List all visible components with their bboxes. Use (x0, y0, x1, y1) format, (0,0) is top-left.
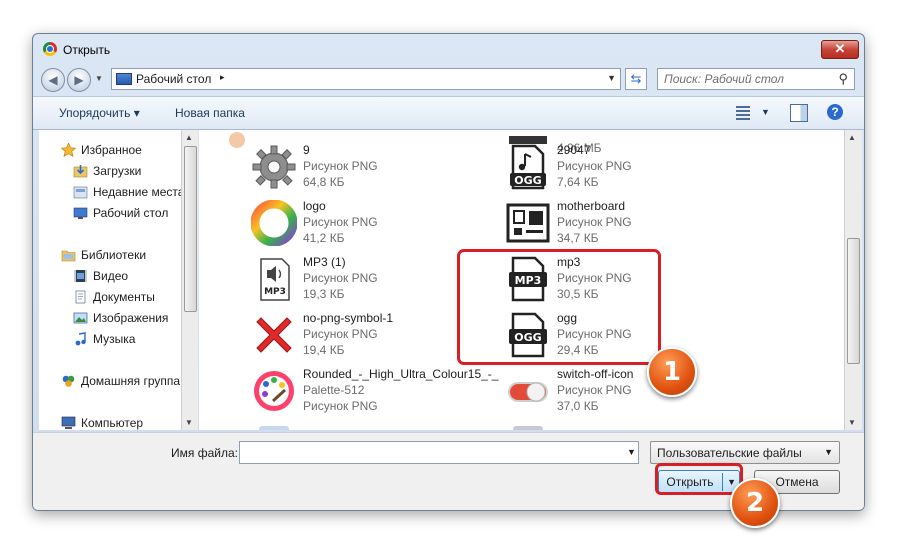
navigation-bar: ◀ ▶ ▼ Рабочий стол ▸ ▼ ⇆ Поиск: Рабочий … (33, 64, 864, 94)
scrollbar-thumb[interactable] (184, 146, 197, 312)
step-badge-2: 2 (730, 478, 780, 528)
list-item[interactable]: MP3 MP3 (1) Рисунок PNG 19,3 КБ (251, 252, 491, 308)
breadcrumb-arrow-icon[interactable]: ▸ (220, 72, 225, 83)
view-dropdown-icon[interactable]: ▼ (761, 107, 770, 117)
new-folder-button[interactable]: Новая папка (175, 106, 245, 120)
search-icon[interactable]: ⚲ (838, 71, 848, 87)
desktop-icon (73, 206, 88, 220)
homegroup-icon (61, 374, 76, 388)
gear-icon (251, 144, 297, 190)
downloads-icon (73, 164, 88, 178)
preview-pane-icon[interactable] (790, 104, 808, 122)
help-icon[interactable]: ? (827, 104, 843, 120)
desktop-icon (116, 73, 132, 85)
recent-pages-dropdown-icon[interactable]: ▼ (95, 74, 103, 83)
search-box[interactable]: Поиск: Рабочий стол ⚲ (657, 68, 855, 90)
computer-icon (61, 416, 76, 430)
list-item-partial[interactable] (251, 422, 491, 430)
filename-input[interactable] (239, 441, 639, 464)
svg-text:MP3: MP3 (264, 287, 286, 297)
list-item[interactable]: 9 Рисунок PNG 64,8 КБ (251, 140, 491, 196)
scroll-down-arrow-icon[interactable]: ▼ (185, 418, 193, 427)
svg-text:OGG: OGG (514, 174, 541, 187)
file-type-select[interactable]: Пользовательские файлы ▼ (650, 441, 840, 464)
list-item[interactable]: motherboard Рисунок PNG 34,7 КБ (505, 196, 745, 252)
list-item-partial[interactable] (505, 422, 745, 430)
scroll-down-arrow-icon[interactable]: ▼ (848, 418, 856, 427)
motherboard-icon (505, 200, 551, 246)
open-file-dialog: Открыть ✕ ◀ ▶ ▼ Рабочий стол ▸ ▼ ⇆ Поиск… (32, 33, 865, 511)
recent-icon (73, 185, 88, 199)
list-item[interactable]: switch-off-icon Рисунок PNG 37,0 КБ (505, 364, 745, 420)
list-item[interactable]: no-png-symbol-1 Рисунок PNG 19,4 КБ (251, 308, 491, 364)
search-input[interactable]: Поиск: Рабочий стол (664, 72, 784, 86)
address-bar[interactable]: Рабочий стол ▸ ▼ (111, 68, 621, 90)
scroll-up-arrow-icon[interactable]: ▲ (185, 133, 193, 142)
file-list-scrollbar[interactable]: ▲ ▼ (844, 130, 862, 430)
list-item[interactable]: OGG 29047 Рисунок PNG 7,64 КБ (505, 140, 745, 196)
filename-dropdown-icon[interactable]: ▼ (627, 447, 636, 457)
title-bar: Открыть ✕ (33, 34, 864, 62)
libraries-icon (61, 248, 76, 262)
red-x-icon (251, 312, 297, 358)
back-button[interactable]: ◀ (41, 68, 65, 92)
forward-button[interactable]: ▶ (67, 68, 91, 92)
navigation-pane: Избранное Загрузки Недавние места Рабочи… (39, 130, 181, 430)
music-icon (73, 332, 88, 346)
palette-icon (251, 368, 297, 414)
refresh-button[interactable]: ⇆ (625, 68, 647, 90)
navigation-pane-scrollbar[interactable]: ▲ ▼ (181, 130, 198, 430)
logo-icon (250, 199, 298, 247)
mp3-speaker-icon: MP3 (251, 256, 297, 302)
documents-icon (73, 290, 88, 304)
close-button[interactable]: ✕ (821, 40, 859, 59)
chevron-down-icon: ▼ (824, 447, 833, 457)
highlight-audio-files (457, 249, 661, 365)
scroll-up-arrow-icon[interactable]: ▲ (848, 133, 856, 142)
scrollbar-thumb[interactable] (847, 238, 860, 364)
window-title: Открыть (63, 43, 111, 57)
video-icon (73, 269, 88, 283)
breadcrumb-desktop[interactable]: Рабочий стол (136, 72, 211, 86)
list-item[interactable]: Rounded_-_High_Ultra_Colour15_-_ Palette… (251, 364, 498, 420)
filename-label: Имя файла: (171, 446, 238, 460)
file-icon (251, 426, 297, 430)
address-dropdown-icon[interactable]: ▼ (607, 73, 616, 83)
switch-icon (505, 368, 551, 414)
highlight-open-button (655, 463, 743, 495)
list-item[interactable]: logo Рисунок PNG 41,2 КБ (250, 196, 491, 252)
view-options-icon[interactable] (736, 106, 750, 120)
file-icon (505, 426, 551, 430)
chrome-icon (43, 42, 57, 56)
star-icon (60, 142, 77, 158)
command-toolbar: Упорядочить ▾ Новая папка ▼ ? (33, 96, 864, 130)
step-badge-1: 1 (647, 347, 697, 397)
organize-button[interactable]: Упорядочить ▾ (59, 106, 140, 120)
ogg-file-icon: OGG (505, 144, 551, 190)
images-icon (73, 311, 88, 325)
